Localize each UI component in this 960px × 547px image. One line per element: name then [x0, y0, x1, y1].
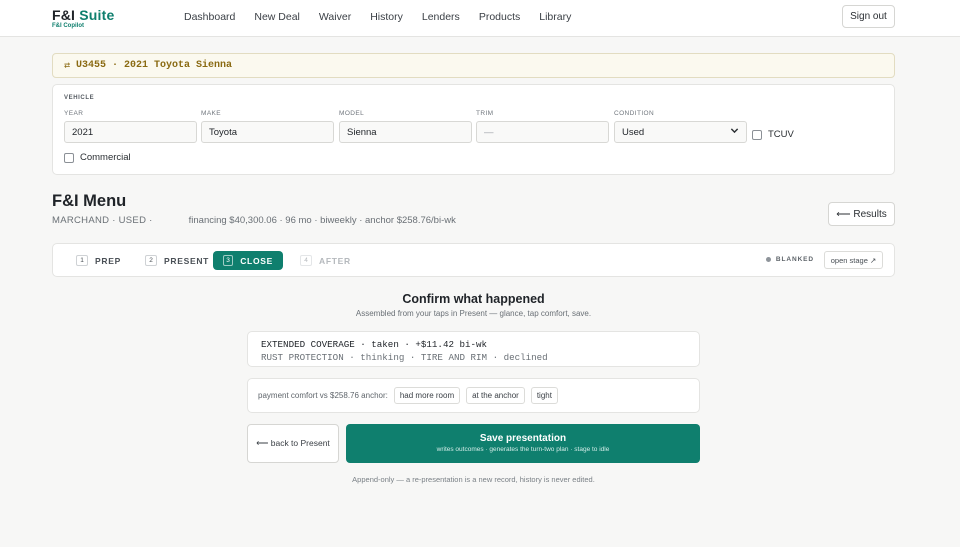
- make-field-group: MAKE Toyota: [201, 110, 334, 143]
- trim-field-group: TRIM —: [476, 110, 609, 143]
- nav-products[interactable]: Products: [479, 11, 520, 23]
- payment-comfort-label: payment comfort vs $258.76 anchor:: [258, 391, 388, 400]
- stage-bar: 1 PREP 2 PRESENT 3 CLOSE 4 AFTER BLANKED…: [52, 243, 895, 277]
- page-title: F&I Menu: [52, 192, 127, 210]
- deal-banner[interactable]: ⇄ U3455 · 2021 Toyota Sienna: [52, 53, 895, 78]
- confirm-title: Confirm what happened: [402, 292, 545, 306]
- nav-new-deal[interactable]: New Deal: [254, 11, 300, 23]
- brand-logo[interactable]: F&I Suite F&I Copilot: [52, 8, 114, 30]
- trim-input[interactable]: —: [476, 121, 609, 143]
- comfort-option-tight[interactable]: tight: [530, 387, 558, 404]
- stage-prep[interactable]: 1 PREP: [66, 251, 131, 270]
- deal-meta-financing: financing $40,300.06 · 96 mo · biweekly …: [188, 215, 456, 226]
- stage-number: 3: [223, 255, 234, 266]
- condition-label: CONDITION: [614, 110, 655, 117]
- year-input[interactable]: 2021: [64, 121, 197, 143]
- make-input[interactable]: Toyota: [201, 121, 334, 143]
- save-button-label: Save presentation: [479, 433, 567, 444]
- comfort-option-at-anchor[interactable]: at the anchor: [466, 387, 525, 404]
- stage-close[interactable]: 3 CLOSE: [213, 251, 283, 270]
- blanked-label: BLANKED: [775, 256, 814, 263]
- save-button-sublabel: writes outcomes · generates the turn-two…: [436, 446, 610, 453]
- results-button[interactable]: ⟵ Results: [828, 202, 895, 226]
- deal-meta-caps: MARCHAND · USED ·: [52, 215, 153, 226]
- swap-icon: ⇄: [64, 60, 71, 72]
- commercial-checkbox-box: [64, 152, 74, 163]
- open-stage-button[interactable]: open stage ↗: [824, 251, 883, 269]
- nav-library[interactable]: Library: [539, 11, 571, 23]
- deal-title: U3455 · 2021 Toyota Sienna: [76, 60, 233, 71]
- tcuv-checkbox-box: [752, 129, 762, 140]
- chevron-down-icon: [730, 126, 739, 137]
- vehicle-card: VEHICLE YEAR 2021 MAKE Toyota MODEL Sien…: [52, 84, 895, 175]
- commercial-label: Commercial: [80, 152, 131, 163]
- brand-name: F&I Suite: [52, 7, 115, 23]
- deal-meta: MARCHAND · USED · financing $40,300.06 ·…: [52, 215, 456, 226]
- brand-subtitle: F&I Copilot: [52, 23, 84, 29]
- vehicle-section-label: VEHICLE: [64, 95, 95, 101]
- condition-value: Used: [622, 127, 645, 138]
- sign-out-button[interactable]: Sign out: [842, 5, 895, 28]
- nav-dashboard[interactable]: Dashboard: [184, 11, 235, 23]
- commercial-checkbox[interactable]: Commercial: [64, 152, 131, 163]
- nav-lenders[interactable]: Lenders: [422, 11, 460, 23]
- year-label: YEAR: [64, 110, 84, 117]
- nav-history[interactable]: History: [370, 11, 403, 23]
- summary-line-taken: EXTENDED COVERAGE · taken · +$11.42 bi-w…: [261, 339, 488, 350]
- stage-label: AFTER: [319, 255, 351, 266]
- summary-line-other: RUST PROTECTION · thinking · TIRE AND RI…: [261, 352, 548, 363]
- stage-label: CLOSE: [240, 255, 273, 266]
- payment-comfort-card: payment comfort vs $258.76 anchor: had m…: [247, 378, 700, 413]
- model-field-group: MODEL Sienna: [339, 110, 472, 143]
- tcuv-label: TCUV: [768, 129, 794, 140]
- confirm-subtitle: Assembled from your taps in Present — gl…: [355, 309, 592, 318]
- trim-label: TRIM: [476, 110, 494, 117]
- stage-number: 4: [300, 255, 312, 266]
- top-bar: F&I Suite F&I Copilot Dashboard New Deal…: [0, 0, 960, 37]
- condition-field-group: CONDITION Used: [614, 110, 747, 143]
- status-dot-icon: [765, 257, 771, 262]
- model-input[interactable]: Sienna: [339, 121, 472, 143]
- blanked-status: BLANKED: [765, 256, 814, 263]
- stage-label: PREP: [95, 255, 121, 266]
- stage-label: PRESENT: [164, 255, 210, 266]
- tcuv-checkbox[interactable]: TCUV: [752, 129, 794, 140]
- stage-present[interactable]: 2 PRESENT: [135, 251, 219, 270]
- back-to-present-button[interactable]: ⟵ back to Present: [247, 424, 339, 463]
- main-nav: Dashboard New Deal Waiver History Lender…: [184, 11, 590, 23]
- comfort-option-more-room[interactable]: had more room: [393, 387, 461, 404]
- nav-waiver[interactable]: Waiver: [319, 11, 351, 23]
- stage-after[interactable]: 4 AFTER: [290, 251, 361, 270]
- make-label: MAKE: [201, 110, 222, 117]
- condition-select[interactable]: Used: [614, 121, 747, 143]
- save-presentation-button[interactable]: Save presentation writes outcomes · gene…: [346, 424, 700, 463]
- stage-number: 1: [76, 255, 88, 266]
- stage-number: 2: [145, 255, 157, 266]
- append-only-note: Append-only — a re-presentation is a new…: [352, 475, 595, 484]
- year-field-group: YEAR 2021: [64, 110, 197, 143]
- outcome-summary: EXTENDED COVERAGE · taken · +$11.42 bi-w…: [247, 331, 700, 367]
- model-label: MODEL: [339, 110, 365, 117]
